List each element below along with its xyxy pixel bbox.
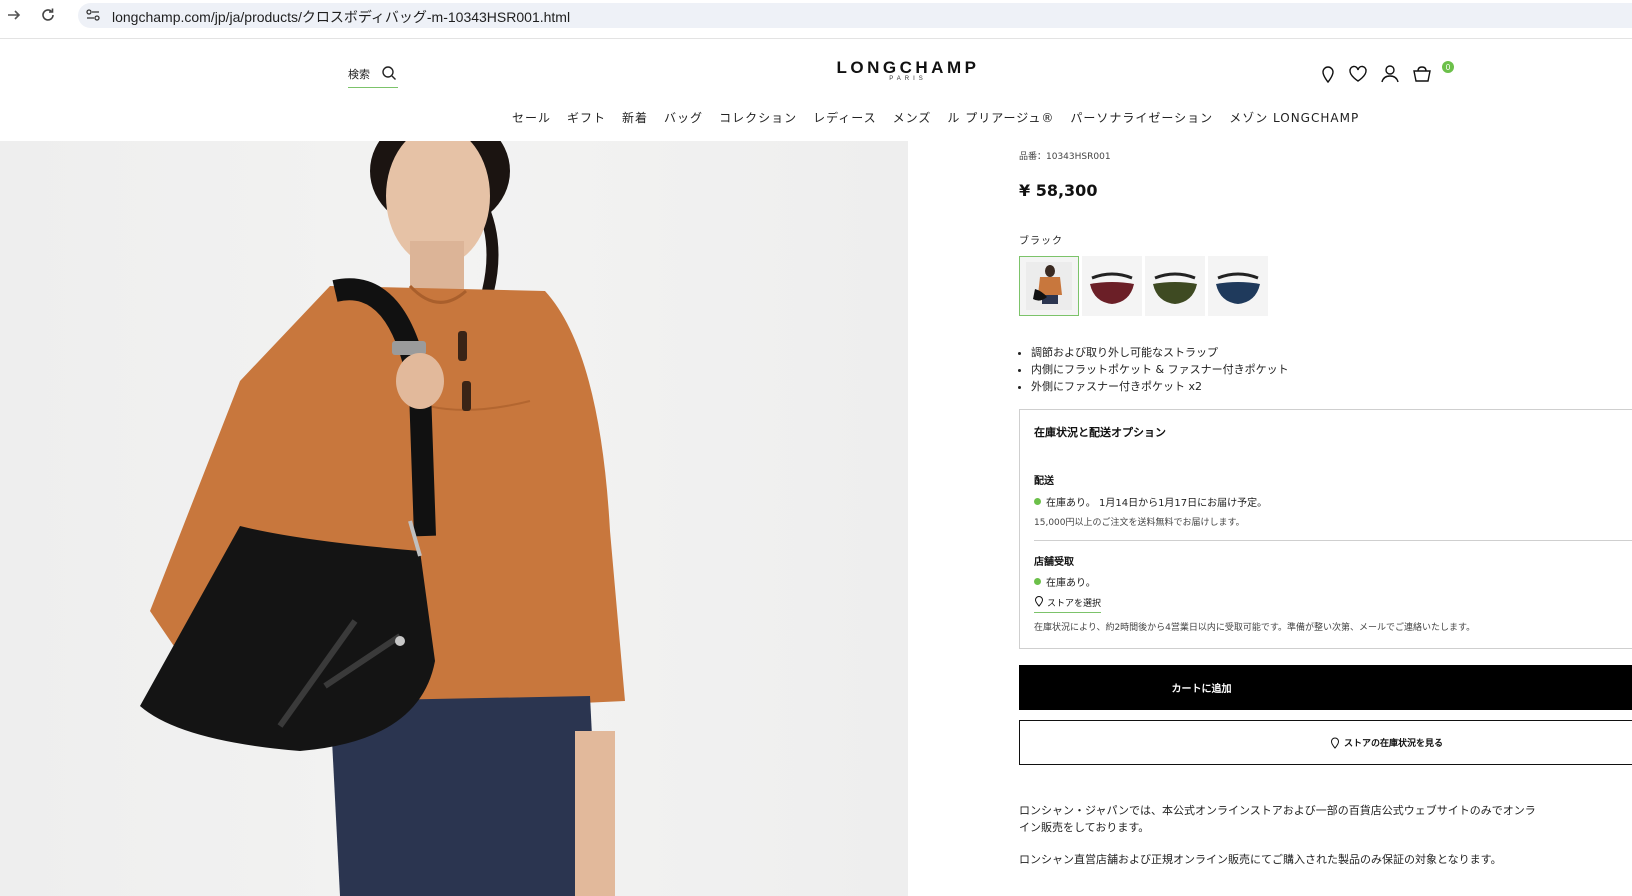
disclaimer-line: ロンシャン・ジャパンでは、本公式オンラインストアおよび一部の百貨店公式ウェブサイ…: [1019, 804, 1536, 834]
product-hero-image[interactable]: [0, 141, 908, 896]
nav-item-personalization[interactable]: パーソナライゼーション: [1070, 109, 1213, 127]
feature-list: 調節および取り外し可能なストラップ 内側にフラットポケット & ファスナー付きポ…: [1031, 344, 1289, 395]
product-sku: 品番：10343HSR001: [1019, 152, 1111, 162]
nav-item-ladies[interactable]: レディース: [813, 109, 877, 127]
store-stock-label: ストアの在庫状況を見る: [1344, 739, 1444, 749]
swatch-black[interactable]: [1019, 256, 1079, 316]
wishlist-icon[interactable]: [1347, 63, 1369, 85]
nav-item-sale[interactable]: セール: [512, 109, 551, 127]
location-pin-icon: [1330, 737, 1340, 749]
swatch-navy-image: [1216, 272, 1260, 304]
url-text[interactable]: longchamp.com/jp/ja/products/クロスボディバッグ-m…: [112, 7, 570, 27]
swatch-khaki-image: [1153, 272, 1197, 304]
reload-button[interactable]: [38, 5, 58, 25]
swatch-burgundy[interactable]: [1082, 256, 1142, 316]
select-store-link[interactable]: ストアを選択: [1034, 596, 1102, 613]
swatch-navy[interactable]: [1208, 256, 1268, 316]
nav-item-maison[interactable]: メゾン LONGCHAMP: [1229, 109, 1359, 127]
selected-color-name: ブラック: [1019, 236, 1063, 247]
product-details-panel: 品番：10343HSR001 ¥ 58,300 ブラック • 調節および取り外し…: [1019, 141, 1632, 896]
feature-item: 調節および取り外し可能なストラップ: [1031, 344, 1289, 361]
pickup-status-text: 在庫あり。: [1046, 578, 1096, 589]
nav-item-mens[interactable]: メンズ: [893, 109, 932, 127]
check-store-stock-button[interactable]: ストアの在庫状況を見る: [1019, 720, 1632, 765]
search-button[interactable]: 検索: [348, 64, 398, 88]
nav-item-le-pliage[interactable]: ル プリアージュ®: [947, 109, 1054, 127]
account-icon[interactable]: [1379, 63, 1401, 85]
add-to-cart-label: カートに追加: [1171, 684, 1232, 695]
disclaimer-line: ロンシャン直営店舗および正規オンライン販売にてご購入された製品のみ保証の対象とな…: [1019, 853, 1502, 866]
site-info-icon[interactable]: [84, 6, 102, 24]
swatch-burgundy-image: [1090, 272, 1134, 304]
swatch-khaki[interactable]: [1145, 256, 1205, 316]
feature-item: 内側にフラットポケット & ファスナー付きポケット: [1031, 361, 1289, 378]
forward-button[interactable]: [4, 5, 24, 25]
pickup-title: 店舗受取: [1034, 557, 1074, 568]
shipping-title: 配送: [1034, 476, 1054, 487]
divider: [1034, 540, 1632, 541]
arrow-right-icon: [8, 10, 21, 20]
nav-item-collection[interactable]: コレクション: [719, 109, 797, 127]
availability-box: 在庫状況と配送オプション 配送 在庫あり。 1月14日から1月17日にお届け予定…: [1019, 409, 1632, 649]
browser-toolbar: longchamp.com/jp/ja/products/クロスボディバッグ-m…: [0, 0, 1632, 39]
search-label: 検索: [348, 68, 370, 81]
location-pin-icon: [1034, 596, 1044, 607]
in-stock-dot: [1034, 578, 1041, 585]
free-shipping-note: 15,000円以上のご注文を送料無料でお届けします。: [1034, 518, 1245, 528]
cart-icon[interactable]: [1411, 63, 1433, 85]
shipping-status-text: 在庫あり。 1月14日から1月17日にお届け予定。: [1046, 498, 1268, 509]
nav-item-gift[interactable]: ギフト: [567, 109, 606, 127]
brand-logo[interactable]: LONGCHAMP PARIS: [836, 58, 980, 82]
cart-count-badge: 0: [1442, 61, 1454, 73]
feature-item: 外側にファスナー付きポケット x2: [1031, 378, 1289, 395]
pickup-note: 在庫状況により、約2時間後から4営業日以内に受取可能です。準備が整い次第、メール…: [1034, 623, 1476, 633]
disclaimer-text: ロンシャン・ジャパンでは、本公式オンラインストアおよび一部の百貨店公式ウェブサイ…: [1019, 802, 1539, 883]
nav-item-new[interactable]: 新着: [622, 109, 648, 127]
nav-item-bags[interactable]: バッグ: [664, 109, 703, 127]
search-icon: [382, 66, 396, 80]
color-swatches: [1019, 256, 1268, 316]
swatch-black-image: [1026, 262, 1072, 310]
main-navigation: セール ギフト 新着 バッグ コレクション レディース メンズ ル プリアージュ…: [512, 109, 1359, 127]
model-photo: [140, 141, 625, 896]
pickup-status: 在庫あり。: [1034, 574, 1096, 589]
reload-icon: [42, 8, 54, 21]
shipping-status: 在庫あり。 1月14日から1月17日にお届け予定。: [1034, 494, 1267, 509]
logo-wordmark: LONGCHAMP: [836, 58, 980, 77]
select-store-label: ストアを選択: [1047, 599, 1102, 609]
product-price: ¥ 58,300: [1019, 181, 1098, 200]
store-locator-icon[interactable]: [1317, 63, 1339, 85]
availability-title: 在庫状況と配送オプション: [1034, 426, 1166, 439]
in-stock-dot: [1034, 498, 1041, 505]
add-to-cart-button[interactable]: カートに追加: [1019, 665, 1632, 710]
